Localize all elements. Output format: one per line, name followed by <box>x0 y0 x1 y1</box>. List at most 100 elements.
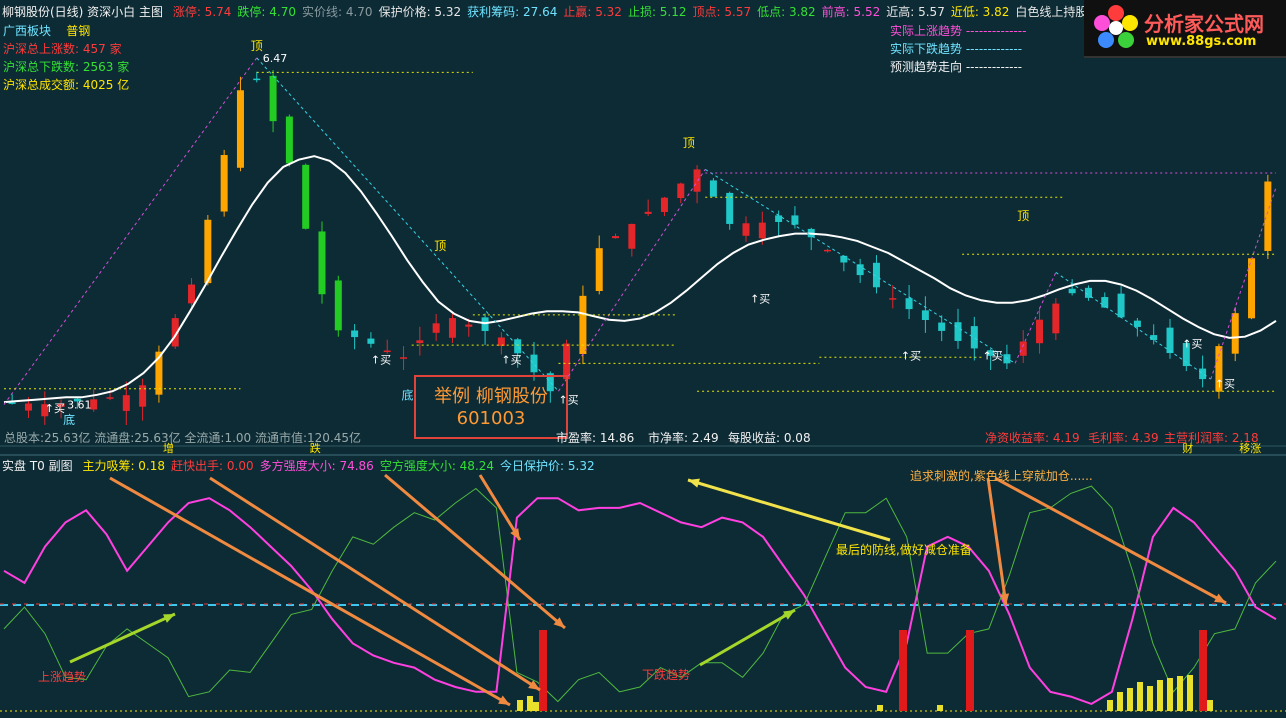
candle-body <box>824 249 832 252</box>
accumulation-bar <box>527 696 533 711</box>
candle-body <box>253 78 261 81</box>
bottom-marker: 底 <box>401 388 413 403</box>
top-marker: 顶 <box>434 239 446 253</box>
candle-body <box>188 284 196 304</box>
candle-body <box>1166 327 1174 354</box>
header-item-7: 顶点: 5.57 <box>692 5 752 19</box>
candle-body <box>236 90 244 168</box>
header-item-0: 涨停: 5.74 <box>172 5 232 19</box>
candle-body <box>367 338 375 344</box>
candle-body <box>840 255 848 263</box>
candle-body <box>1199 368 1207 380</box>
accumulation-bar <box>1147 686 1153 711</box>
trend-line <box>1014 272 1057 364</box>
accumulation-bar <box>517 700 523 711</box>
accumulation-bar <box>1167 678 1173 711</box>
candle-body <box>432 323 440 333</box>
candle-body <box>448 318 456 338</box>
candle-body <box>285 116 293 164</box>
accumulation-bar <box>1107 700 1113 711</box>
candle-body <box>1264 181 1272 251</box>
release-bar <box>1199 630 1207 711</box>
candle-body <box>644 211 652 214</box>
release-bar <box>899 630 907 711</box>
buy-marker: ↑买 <box>371 353 391 366</box>
candle-body <box>106 397 114 399</box>
roe: 净资收益率: 4.19 <box>985 431 1080 445</box>
header-item-3: 保护价格: 5.32 <box>378 5 462 19</box>
header-item-9: 前高: 5.52 <box>821 5 881 19</box>
pe-ratio: 市盈率: 14.86 <box>556 431 635 445</box>
candle-body <box>400 357 408 359</box>
arrow-accumulate <box>109 476 511 707</box>
candle-body <box>775 215 783 222</box>
release-bar <box>966 630 974 711</box>
accumulation-bar <box>1157 680 1163 711</box>
candle-body <box>1117 293 1125 318</box>
sub-header-item-0: 主力吸筹: 0.18 <box>82 459 166 473</box>
buy-marker: ↑买 <box>750 293 770 306</box>
candle-body <box>628 223 636 249</box>
candle-body <box>1101 297 1109 308</box>
logo-url: www.88gs.com <box>1146 34 1257 49</box>
trend-line <box>558 169 706 392</box>
sub-title: 实盘 T0 副图 <box>2 459 73 473</box>
buy-marker: ↑买 <box>1215 378 1235 391</box>
candle-body <box>1052 303 1060 334</box>
candle-body <box>1019 341 1027 356</box>
candle-body <box>563 343 571 380</box>
market-stat-row: 沪深总成交额: 4025 亿 <box>3 78 130 92</box>
accumulation-bar <box>1187 675 1193 711</box>
legend-down: 实际下跌趋势 <box>890 42 963 56</box>
bear-strength-line <box>3 485 1277 703</box>
candle-body <box>693 169 701 192</box>
sector-label: 广西板块 <box>3 24 52 38</box>
moving-average-line <box>3 155 1277 404</box>
example-title: 举例 柳钢股份 <box>434 386 548 407</box>
header-item-4: 获利筹码: 27.64 <box>467 5 558 19</box>
arrow-defense <box>687 478 891 542</box>
arrow-sell <box>209 476 541 692</box>
candle-body <box>1231 313 1239 354</box>
candle-body <box>530 354 538 373</box>
accumulation-bar <box>1177 676 1183 711</box>
candle-body <box>612 236 620 239</box>
trend-legend: 实际上涨趋势 -------------- 实际下跌趋势 -----------… <box>890 24 1027 74</box>
candle-body <box>905 298 913 310</box>
sub-header-item-3: 空方强度大小: 48.24 <box>379 459 495 473</box>
candle-body <box>383 350 391 353</box>
candle-body <box>677 183 685 199</box>
candle-body <box>1133 320 1141 327</box>
accumulation-bar <box>937 705 943 711</box>
sub-header-item-2: 多方强度大小: 74.86 <box>259 459 374 473</box>
sub-header-item-1: 赶快出手: 0.00 <box>171 459 254 473</box>
share-info: 总股本:25.63亿 流通盘:25.63亿 全流通:1.00 流通市值:120.… <box>4 431 362 445</box>
price-label: 3.61 <box>67 399 92 412</box>
arrow-downtrend <box>699 608 796 667</box>
candle-body <box>318 231 326 295</box>
example-box: 举例 柳钢股份 601003 <box>414 375 568 439</box>
accumulation-bar <box>1127 688 1133 711</box>
candle-body <box>334 280 342 331</box>
annotation-uptrend: 上涨趋势 <box>38 670 87 684</box>
candle-body <box>954 322 962 341</box>
candle-body <box>204 219 212 284</box>
sub-header-item-4: 今日保护价: 5.32 <box>500 459 595 473</box>
arrow-uptrend <box>69 612 176 664</box>
main-chart: 顶顶顶顶底底↑买↑买 ↑买↑买↑买↑买 ↑买↑买↑买6.473.61增跌财移涨 <box>0 39 1286 712</box>
annotation-defense: 最后的防线,做好减仓准备 <box>836 543 972 557</box>
candle-body <box>758 222 766 239</box>
candle-body <box>921 310 929 320</box>
chart-title: 柳钢股份(日线) 资深小白 主图 <box>2 5 163 19</box>
header-item-2: 实价线: 4.70 <box>301 5 373 19</box>
example-code: 601003 <box>456 408 526 429</box>
price-label: 6.47 <box>263 52 288 65</box>
candle-body <box>497 337 505 346</box>
buy-marker: ↑买 <box>982 350 1002 363</box>
gross-margin: 毛利率: 4.39 <box>1088 431 1159 445</box>
candle-body <box>24 403 32 411</box>
legend-up: 实际上涨趋势 <box>890 24 963 38</box>
candle-body <box>269 75 277 122</box>
legend-forecast: 预测趋势走向 <box>890 60 963 74</box>
candle-body <box>709 180 717 197</box>
